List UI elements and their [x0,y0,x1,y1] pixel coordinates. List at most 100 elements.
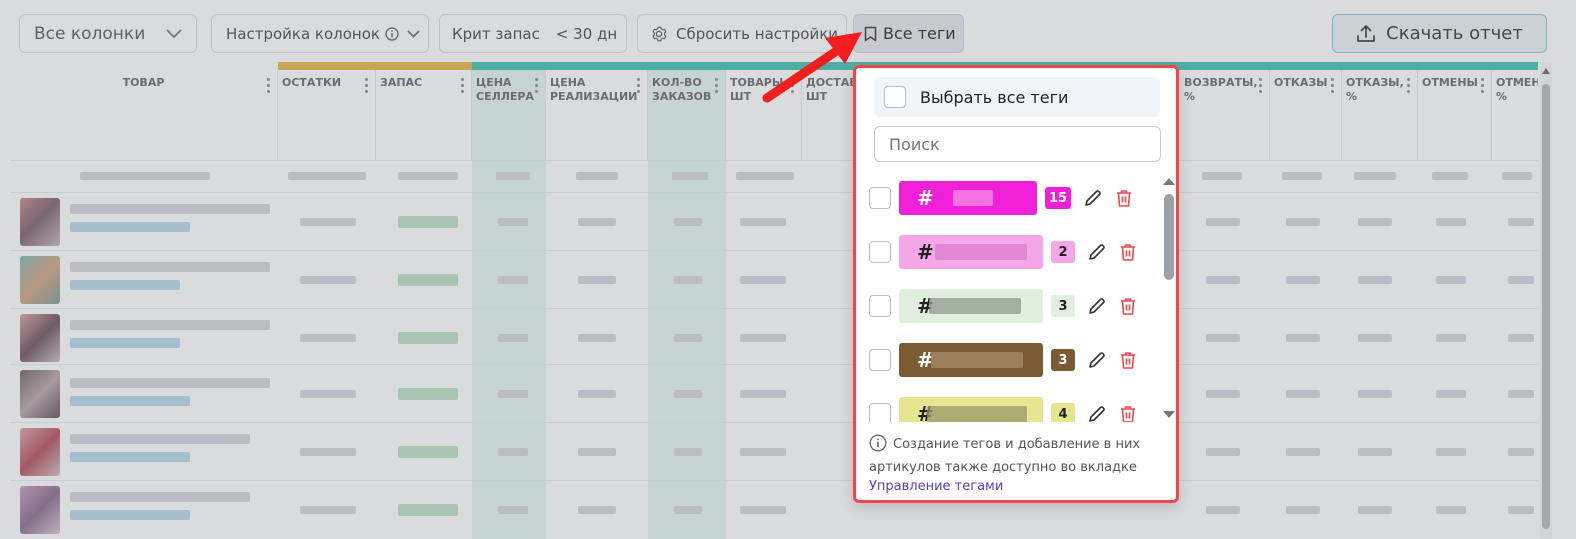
product-thumbnail[interactable] [20,428,60,476]
pencil-icon[interactable] [1083,188,1103,208]
product-thumbnail[interactable] [20,198,60,246]
tag-search-input[interactable] [874,126,1161,162]
scroll-up-icon[interactable] [1163,178,1175,185]
crit-stock-filter[interactable]: Крит запас < 30 дн [439,14,627,53]
blurred-cell [288,172,366,180]
tag-pill[interactable]: # [899,181,1037,215]
blurred-cell [1436,276,1466,284]
tag-row[interactable]: # 2 [869,234,1169,270]
column-header-label: ОТМЕНЫ % [1496,76,1538,103]
pencil-icon[interactable] [1087,404,1107,422]
column-menu-icon[interactable] [1407,78,1411,93]
column-menu-icon[interactable] [535,78,539,93]
column-header-orders[interactable]: КОЛ-ВО ЗАКАЗОВ [648,70,726,160]
blurred-cell [398,504,458,516]
blurred-cell [1358,506,1392,514]
column-header-refusals-pct[interactable]: ОТКАЗЫ, % [1342,70,1418,160]
blurred-tag-name [953,190,993,206]
column-header-returns-pct[interactable]: ВОЗВРАТЫ, % [1180,70,1270,160]
blurred-cell [1286,218,1320,226]
tag-list-scrollbar[interactable] [1163,178,1175,418]
tag-checkbox[interactable] [869,403,891,422]
column-header-refusals[interactable]: ОТКАЗЫ [1270,70,1342,160]
scrollbar-thumb[interactable] [1542,84,1550,529]
column-menu-icon[interactable] [791,78,795,93]
download-report-button[interactable]: Скачать отчет [1332,14,1547,53]
trash-icon[interactable] [1119,296,1137,316]
all-tags-button[interactable]: Все теги [853,14,964,53]
column-header-cancels[interactable]: ОТМЕНЫ [1418,70,1492,160]
column-header-goods[interactable]: ТОВАРЫ ШТ [726,70,802,160]
tag-checkbox[interactable] [869,187,891,209]
manage-tags-link[interactable]: Управление тегами [869,477,1169,496]
trash-icon[interactable] [1119,242,1137,262]
tag-row[interactable]: # 3 [869,342,1169,378]
tag-row[interactable]: # 4 [869,396,1169,422]
column-menu-icon[interactable] [637,78,641,93]
blurred-link[interactable] [70,452,190,462]
blurred-cell [398,332,458,344]
column-header-stock[interactable]: ОСТАТКИ [278,70,376,160]
select-all-checkbox[interactable] [884,86,906,108]
tag-row[interactable]: # 3 [869,288,1169,324]
blurred-cell [70,492,250,502]
product-thumbnail[interactable] [20,486,60,534]
toolbar: Все колонки Настройка колонок Крит запас… [0,0,1576,62]
column-header-label: ОТКАЗЫ [1274,76,1328,89]
trash-icon[interactable] [1119,404,1137,422]
column-menu-icon[interactable] [1481,78,1485,93]
select-all-tags-row[interactable]: Выбрать все теги [874,77,1160,117]
tag-pill[interactable]: # [899,343,1043,377]
scrollbar-thumb[interactable] [1164,194,1174,280]
blurred-cell [398,172,458,180]
scroll-down-icon[interactable] [1163,411,1175,418]
info-text: Создание тегов и добавление в них артику… [869,437,1141,475]
product-thumbnail[interactable] [20,256,60,304]
blurred-cell [578,390,616,398]
blurred-link[interactable] [70,396,190,406]
tag-checkbox[interactable] [869,241,891,263]
table-scrollbar[interactable] [1540,62,1552,539]
column-menu-icon[interactable] [1259,78,1263,93]
pencil-icon[interactable] [1087,242,1107,262]
column-header-sale-price[interactable]: ЦЕНА РЕАЛИЗАЦИИ [546,70,648,160]
product-thumbnail[interactable] [20,314,60,362]
blurred-cell [1358,218,1392,226]
column-menu-icon[interactable] [365,78,369,93]
pencil-icon[interactable] [1087,350,1107,370]
tag-checkbox[interactable] [869,295,891,317]
column-menu-icon[interactable] [715,78,719,93]
column-header-seller-price[interactable]: ЦЕНА СЕЛЛЕРА [472,70,546,160]
column-menu-icon[interactable] [461,78,465,93]
all-columns-select[interactable]: Все колонки [19,14,197,53]
column-settings-button[interactable]: Настройка колонок [211,14,429,53]
blurred-link[interactable] [70,338,180,348]
column-header-product[interactable]: ТОВАР [10,70,278,160]
blurred-link[interactable] [70,510,190,520]
trash-icon[interactable] [1119,350,1137,370]
trash-icon[interactable] [1115,188,1133,208]
tag-row[interactable]: # 15 [869,180,1169,216]
column-menu-icon[interactable] [267,78,271,93]
bookmark-icon [864,26,877,42]
tag-pill[interactable]: # [899,235,1043,269]
column-header-cancels-pct[interactable]: ОТМЕНЫ % [1492,70,1538,160]
pencil-icon[interactable] [1087,296,1107,316]
blurred-cell [70,320,270,330]
blurred-link[interactable] [70,222,190,232]
column-header-reserve[interactable]: ЗАПАС [376,70,472,160]
blurred-cell [740,506,786,514]
select-all-label: Выбрать все теги [920,87,1069,107]
column-header-label: КОЛ-ВО ЗАКАЗОВ [652,76,712,103]
column-menu-icon[interactable] [1331,78,1335,93]
blurred-cell [70,378,270,388]
tag-hash: # [917,186,934,210]
blurred-cell [1432,172,1468,180]
product-thumbnail[interactable] [20,370,60,418]
blurred-link[interactable] [70,280,180,290]
tag-pill[interactable]: # [899,397,1043,422]
reset-settings-button[interactable]: Сбросить настройки [637,14,847,53]
scroll-up-icon[interactable] [1542,68,1550,74]
tag-pill[interactable]: # [899,289,1043,323]
tag-checkbox[interactable] [869,349,891,371]
